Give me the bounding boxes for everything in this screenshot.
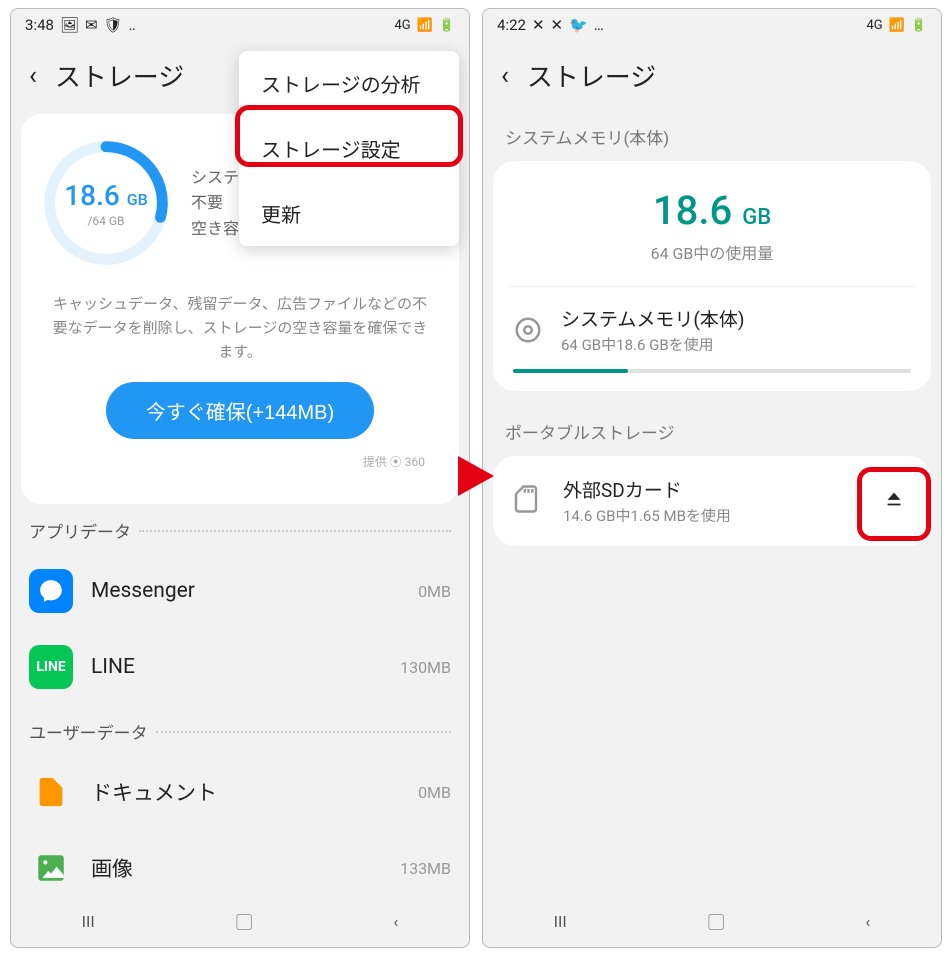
menu-refresh[interactable]: 更新 bbox=[239, 181, 459, 246]
donut-icon bbox=[513, 315, 543, 345]
status-bar: 3:48 🖼 ✉ 🛡 ‥ 4G 📶 🔋 bbox=[11, 9, 469, 41]
free-space-button[interactable]: 今すぐ確保(+144MB) bbox=[106, 382, 374, 439]
messenger-icon bbox=[29, 569, 73, 613]
settings-icon: ✕ bbox=[551, 16, 564, 34]
more-icon: … bbox=[594, 16, 604, 34]
image-icon bbox=[29, 846, 73, 890]
app-row-messenger[interactable]: Messenger 0MB bbox=[21, 553, 459, 629]
provider-label: 提供 ⦿ 360 bbox=[41, 449, 439, 480]
system-memory-card[interactable]: 18.6 GB 64 GB中の使用量 システムメモリ(本体) 64 GB中18.… bbox=[493, 161, 931, 391]
section-app-data: アプリデータ bbox=[21, 504, 459, 553]
signal-icon: 📶 bbox=[889, 18, 905, 33]
battery-icon: 🔋 bbox=[439, 18, 455, 33]
page-title: ストレージ bbox=[527, 57, 656, 94]
document-icon bbox=[29, 770, 73, 814]
section-user-data: ユーザーデータ bbox=[21, 705, 459, 754]
tools-icon: ✕ bbox=[532, 16, 545, 34]
network-icon: 4G bbox=[866, 18, 882, 33]
battery-icon: 🔋 bbox=[911, 18, 927, 33]
arrow-icon bbox=[456, 454, 496, 502]
twitter-icon: 🐦 bbox=[569, 16, 588, 34]
nav-back-icon[interactable]: ‹ bbox=[393, 912, 398, 931]
back-button[interactable]: ‹ bbox=[501, 61, 509, 91]
nav-back-icon[interactable]: ‹ bbox=[865, 912, 870, 931]
user-row-documents[interactable]: ドキュメント 0MB bbox=[21, 754, 459, 830]
usage-bar bbox=[513, 369, 911, 373]
nav-bar: III ▢ ‹ bbox=[483, 895, 941, 947]
more-icon: ‥ bbox=[129, 16, 136, 34]
gallery-icon: 🖼 bbox=[60, 16, 79, 34]
sd-card-icon bbox=[511, 484, 545, 518]
status-bar: 4:22 ✕ ✕ 🐦 … 4G 📶 🔋 bbox=[483, 9, 941, 41]
page-title: ストレージ bbox=[55, 57, 184, 94]
app-row-line[interactable]: LINE LINE 130MB bbox=[21, 629, 459, 705]
nav-home-icon[interactable]: ▢ bbox=[708, 909, 724, 933]
back-button[interactable]: ‹ bbox=[29, 61, 37, 91]
nav-recent-icon[interactable]: III bbox=[554, 912, 567, 931]
message-icon: ✉ bbox=[85, 16, 98, 34]
status-time: 4:22 bbox=[497, 16, 526, 34]
status-time: 3:48 bbox=[25, 16, 54, 34]
line-icon: LINE bbox=[29, 645, 73, 689]
annotation-highlight-eject bbox=[857, 467, 931, 541]
user-row-images[interactable]: 画像 133MB bbox=[21, 830, 459, 895]
shield-icon: 🛡 bbox=[104, 16, 123, 34]
nav-bar: III ▢ ‹ bbox=[11, 895, 469, 947]
nav-home-icon[interactable]: ▢ bbox=[236, 909, 252, 933]
annotation-highlight-settings bbox=[235, 105, 463, 167]
section-system-memory: システムメモリ(本体) bbox=[493, 114, 931, 161]
description-text: キャッシュデータ、残留データ、広告ファイルなどの不要なデータを削除し、ストレージ… bbox=[49, 292, 431, 364]
storage-ring-chart: 18.6 GB /64 GB bbox=[41, 138, 171, 268]
network-icon: 4G bbox=[394, 18, 410, 33]
header: ‹ ストレージ bbox=[483, 41, 941, 114]
phone-left: 3:48 🖼 ✉ 🛡 ‥ 4G 📶 🔋 ‹ ストレージ 18.6 GB bbox=[10, 8, 470, 948]
signal-icon: 📶 bbox=[417, 18, 433, 33]
phone-right: 4:22 ✕ ✕ 🐦 … 4G 📶 🔋 ‹ ストレージ システムメモリ(本体) … bbox=[482, 8, 942, 948]
nav-recent-icon[interactable]: III bbox=[82, 912, 95, 931]
section-portable-storage: ポータブルストレージ bbox=[493, 409, 931, 456]
memory-detail-row[interactable]: システムメモリ(本体) 64 GB中18.6 GBを使用 bbox=[513, 305, 911, 355]
